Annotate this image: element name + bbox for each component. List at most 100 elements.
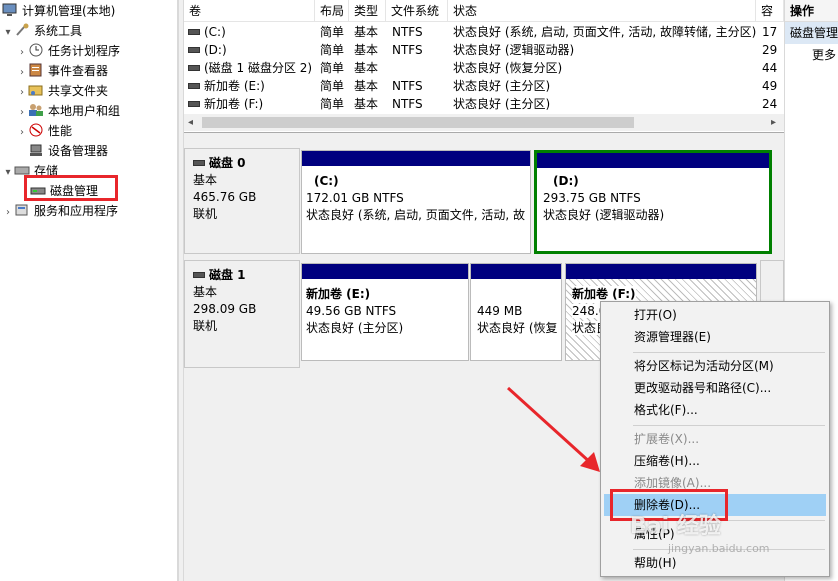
column-header-filesystem[interactable]: 文件系统 (386, 0, 448, 22)
menu-item-open[interactable]: 打开(O) (604, 304, 826, 326)
partition-bar (302, 264, 468, 279)
services-icon (14, 203, 30, 217)
partition-size: 172.01 GB NTFS (306, 191, 404, 205)
partition-size: 49.56 GB NTFS (306, 304, 397, 318)
table-row[interactable]: 新加卷 (E:) 简单 基本 NTFS 状态良好 (主分区) 49 (184, 77, 784, 95)
disk-size: 465.76 GB (193, 190, 257, 204)
menu-item-explorer[interactable]: 资源管理器(E) (604, 326, 826, 348)
scrollbar-thumb[interactable] (202, 117, 634, 128)
volume-name: 新加卷 (F:) (204, 97, 264, 111)
horizontal-scrollbar[interactable]: ◂ ▸ (184, 114, 784, 131)
tree-item-label: 本地用户和组 (48, 104, 121, 118)
volume-icon (188, 29, 200, 35)
chevron-right-icon[interactable]: › (16, 103, 28, 123)
cell-layout: 简单 (320, 43, 345, 57)
menu-item-extend-volume[interactable]: 扩展卷(X)... (604, 428, 826, 450)
tree-item-computer-management[interactable]: 计算机管理(本地) (2, 1, 115, 21)
cell-capacity: 17 (762, 25, 778, 39)
partition-bar (537, 153, 769, 168)
partition-c[interactable]: (C:) 172.01 GB NTFS 状态良好 (系统, 启动, 页面文件, … (301, 150, 531, 254)
expand-arrow-icon[interactable]: ▾ (2, 163, 14, 183)
cell-fs: NTFS (392, 43, 423, 57)
cell-type: 基本 (354, 25, 379, 39)
chevron-right-icon[interactable]: › (2, 203, 14, 223)
actions-selected-item[interactable]: 磁盘管理 (785, 22, 838, 44)
cell-type: 基本 (354, 97, 379, 111)
tree-item-label: 共享文件夹 (48, 84, 109, 98)
partition-e[interactable]: 新加卷 (E:) 49.56 GB NTFS 状态良好 (主分区) (301, 263, 469, 361)
cell-capacity: 44 (762, 61, 778, 75)
table-row[interactable]: (C:) 简单 基本 NTFS 状态良好 (系统, 启动, 页面文件, 活动, … (184, 23, 784, 41)
column-header-status[interactable]: 状态 (448, 0, 756, 22)
scroll-left-icon[interactable]: ◂ (188, 114, 193, 131)
partition-recovery[interactable]: 449 MB 状态良好 (恢复 (470, 263, 562, 361)
chevron-right-icon[interactable]: › (16, 83, 28, 103)
annotation-arrow-icon (506, 386, 600, 472)
disk-icon (193, 272, 205, 278)
tree-item-event-viewer[interactable]: › 事件查看器 (16, 61, 108, 81)
volume-name: (D:) (204, 43, 227, 57)
partition-size: 449 MB (477, 304, 523, 318)
chevron-right-icon[interactable]: › (16, 123, 28, 143)
tree-item-shared-folders[interactable]: › 共享文件夹 (16, 81, 108, 101)
tree-item-label: 计算机管理(本地) (22, 4, 116, 18)
table-row[interactable]: (磁盘 1 磁盘分区 2) 简单 基本 状态良好 (恢复分区) 44 (184, 59, 784, 77)
chevron-right-icon[interactable]: › (16, 63, 28, 83)
menu-item-change-drive-letter[interactable]: 更改驱动器号和路径(C)... (604, 377, 826, 399)
disk-kind: 基本 (193, 173, 218, 187)
menu-item-format[interactable]: 格式化(F)... (604, 399, 826, 421)
tree-item-performance[interactable]: › 性能 (16, 121, 72, 141)
partition-name (477, 286, 559, 303)
disk-0-label[interactable]: 磁盘 0 基本 465.76 GB 联机 (184, 148, 300, 254)
clock-icon (28, 43, 44, 57)
partition-name: (C:) (314, 174, 339, 188)
disk-name: 磁盘 0 (209, 156, 246, 170)
disk-name: 磁盘 1 (209, 268, 246, 282)
menu-item-help[interactable]: 帮助(H) (604, 552, 826, 574)
scroll-right-icon[interactable]: ▸ (771, 114, 776, 131)
cell-type: 基本 (354, 61, 379, 75)
partition-status: 状态良好 (主分区) (306, 321, 404, 335)
tree-item-system-tools[interactable]: ▾ 系统工具 (2, 21, 82, 41)
table-row[interactable]: (D:) 简单 基本 NTFS 状态良好 (逻辑驱动器) 29 (184, 41, 784, 59)
console-tree: 计算机管理(本地) ▾ 系统工具 › 任务计划程序 › 事件查看器 › 共享文件夹 › 本… (0, 0, 178, 581)
column-header-capacity[interactable]: 容 (756, 0, 784, 22)
partition-bar (302, 151, 530, 166)
cell-layout: 简单 (320, 61, 345, 75)
volume-name: 新加卷 (E:) (204, 79, 265, 93)
tree-item-services-apps[interactable]: › 服务和应用程序 (2, 201, 118, 221)
column-header-type[interactable]: 类型 (349, 0, 386, 22)
cell-status: 状态良好 (主分区) (453, 79, 551, 93)
cell-fs: NTFS (392, 97, 423, 111)
column-header-volume[interactable]: 卷 (184, 0, 315, 22)
volume-name: (C:) (204, 25, 226, 39)
baidu-watermark-url: jingyan.baidu.com (668, 542, 770, 555)
tree-item-device-manager[interactable]: 设备管理器 (28, 141, 108, 161)
cell-layout: 简单 (320, 25, 345, 39)
disk-state: 联机 (193, 319, 218, 333)
chevron-right-icon[interactable]: › (16, 43, 28, 63)
actions-header: 操作 (785, 0, 838, 22)
cell-capacity: 29 (762, 43, 778, 57)
expand-arrow-icon[interactable]: ▾ (2, 23, 14, 43)
tools-icon (14, 23, 30, 37)
cell-fs: NTFS (392, 79, 423, 93)
disk-state: 联机 (193, 207, 218, 221)
column-header-layout[interactable]: 布局 (315, 0, 349, 22)
tree-item-label: 事件查看器 (48, 64, 109, 78)
menu-item-shrink-volume[interactable]: 压缩卷(H)... (604, 450, 826, 472)
table-row[interactable]: 新加卷 (F:) 简单 基本 NTFS 状态良好 (主分区) 24 (184, 95, 784, 113)
partition-d[interactable]: (D:) 293.75 GB NTFS 状态良好 (逻辑驱动器) (534, 150, 772, 254)
partition-bar (566, 264, 756, 279)
cell-status: 状态良好 (逻辑驱动器) (453, 43, 575, 57)
tree-item-task-scheduler[interactable]: › 任务计划程序 (16, 41, 120, 61)
menu-item-mark-active[interactable]: 将分区标记为活动分区(M) (604, 355, 826, 377)
disk-1-label[interactable]: 磁盘 1 基本 298.09 GB 联机 (184, 260, 300, 368)
cell-status: 状态良好 (系统, 启动, 页面文件, 活动, 故障转储, 主分区) (453, 25, 756, 39)
tree-item-local-users-groups[interactable]: › 本地用户和组 (16, 101, 120, 121)
actions-more[interactable]: 更多 (785, 44, 838, 66)
volume-icon (188, 83, 200, 89)
partition-status: 状态良好 (系统, 启动, 页面文件, 活动, 故 (306, 208, 526, 222)
partition-status: 状态良好 (逻辑驱动器) (543, 208, 665, 222)
tree-item-label: 系统工具 (34, 24, 83, 38)
